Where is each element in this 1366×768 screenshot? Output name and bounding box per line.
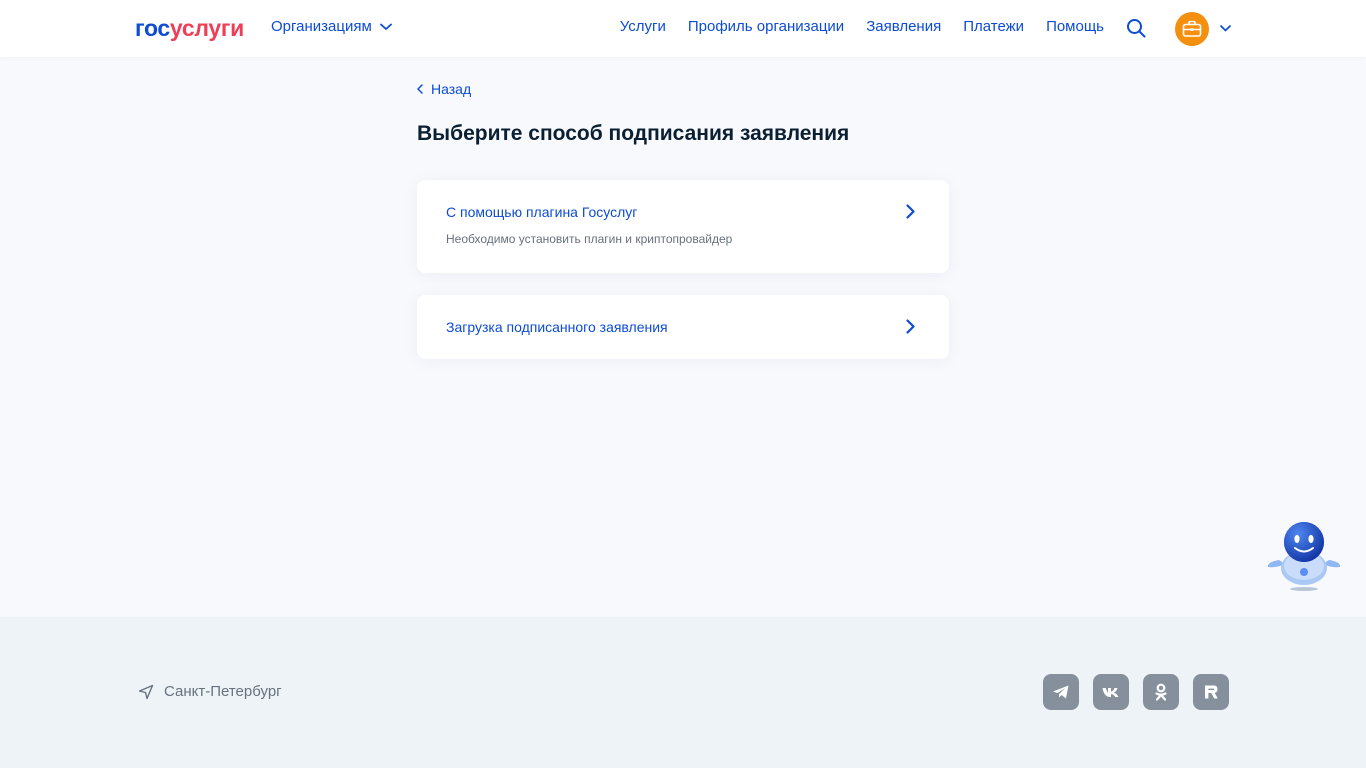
logo-part-2: услуги — [169, 15, 244, 41]
back-label: Назад — [431, 81, 472, 97]
chevron-right-icon — [906, 319, 915, 334]
nav-help[interactable]: Помощь — [1046, 18, 1104, 35]
location-selector[interactable]: Санкт-Петербург — [138, 683, 282, 700]
header: госуслуги Организациям Услуги Профиль ор… — [0, 0, 1366, 57]
telegram-icon — [1053, 685, 1069, 699]
vk-link[interactable] — [1093, 674, 1129, 710]
social-links — [1043, 674, 1229, 710]
main-nav: Услуги Профиль организации Заявления Пла… — [620, 18, 1104, 35]
search-icon[interactable] — [1126, 18, 1146, 38]
sign-option-plugin[interactable]: С помощью плагина Госуслуг Необходимо ус… — [417, 180, 949, 273]
logo-part-1: гос — [135, 15, 170, 41]
vk-icon — [1102, 688, 1119, 697]
rutube-icon — [1205, 685, 1218, 699]
nav-org-profile[interactable]: Профиль организации — [688, 18, 844, 35]
chevron-down-icon — [379, 23, 392, 30]
nav-services[interactable]: Услуги — [620, 18, 666, 35]
footer: Санкт-Петербург — [0, 617, 1366, 768]
gosuslugi-logo[interactable]: госуслуги — [135, 15, 244, 41]
back-link[interactable]: Назад — [417, 81, 471, 97]
sign-option-upload[interactable]: Загрузка подписанного заявления — [417, 295, 949, 359]
chevron-down-icon[interactable] — [1220, 25, 1231, 32]
nav-payments[interactable]: Платежи — [963, 18, 1024, 35]
location-label: Санкт-Петербург — [164, 683, 282, 700]
chevron-right-icon — [906, 204, 915, 219]
odnoklassniki-icon — [1155, 683, 1167, 701]
page-title: Выберите способ подписания заявления — [417, 122, 850, 145]
sign-option-upload-title: Загрузка подписанного заявления — [446, 319, 668, 335]
organizations-menu-label: Организациям — [271, 18, 372, 35]
sign-option-plugin-title: С помощью плагина Госуслуг — [446, 204, 638, 220]
organization-avatar[interactable] — [1175, 12, 1209, 46]
telegram-link[interactable] — [1043, 674, 1079, 710]
organizations-menu[interactable]: Организациям — [271, 18, 392, 35]
nav-applications[interactable]: Заявления — [866, 18, 941, 35]
briefcase-icon — [1182, 20, 1202, 37]
chevron-left-icon — [417, 84, 423, 94]
location-arrow-icon — [138, 684, 154, 699]
sign-option-plugin-subtitle: Необходимо установить плагин и криптопро… — [446, 232, 733, 246]
odnoklassniki-link[interactable] — [1143, 674, 1179, 710]
rutube-link[interactable] — [1193, 674, 1229, 710]
robot-assistant-icon[interactable] — [1265, 516, 1343, 592]
